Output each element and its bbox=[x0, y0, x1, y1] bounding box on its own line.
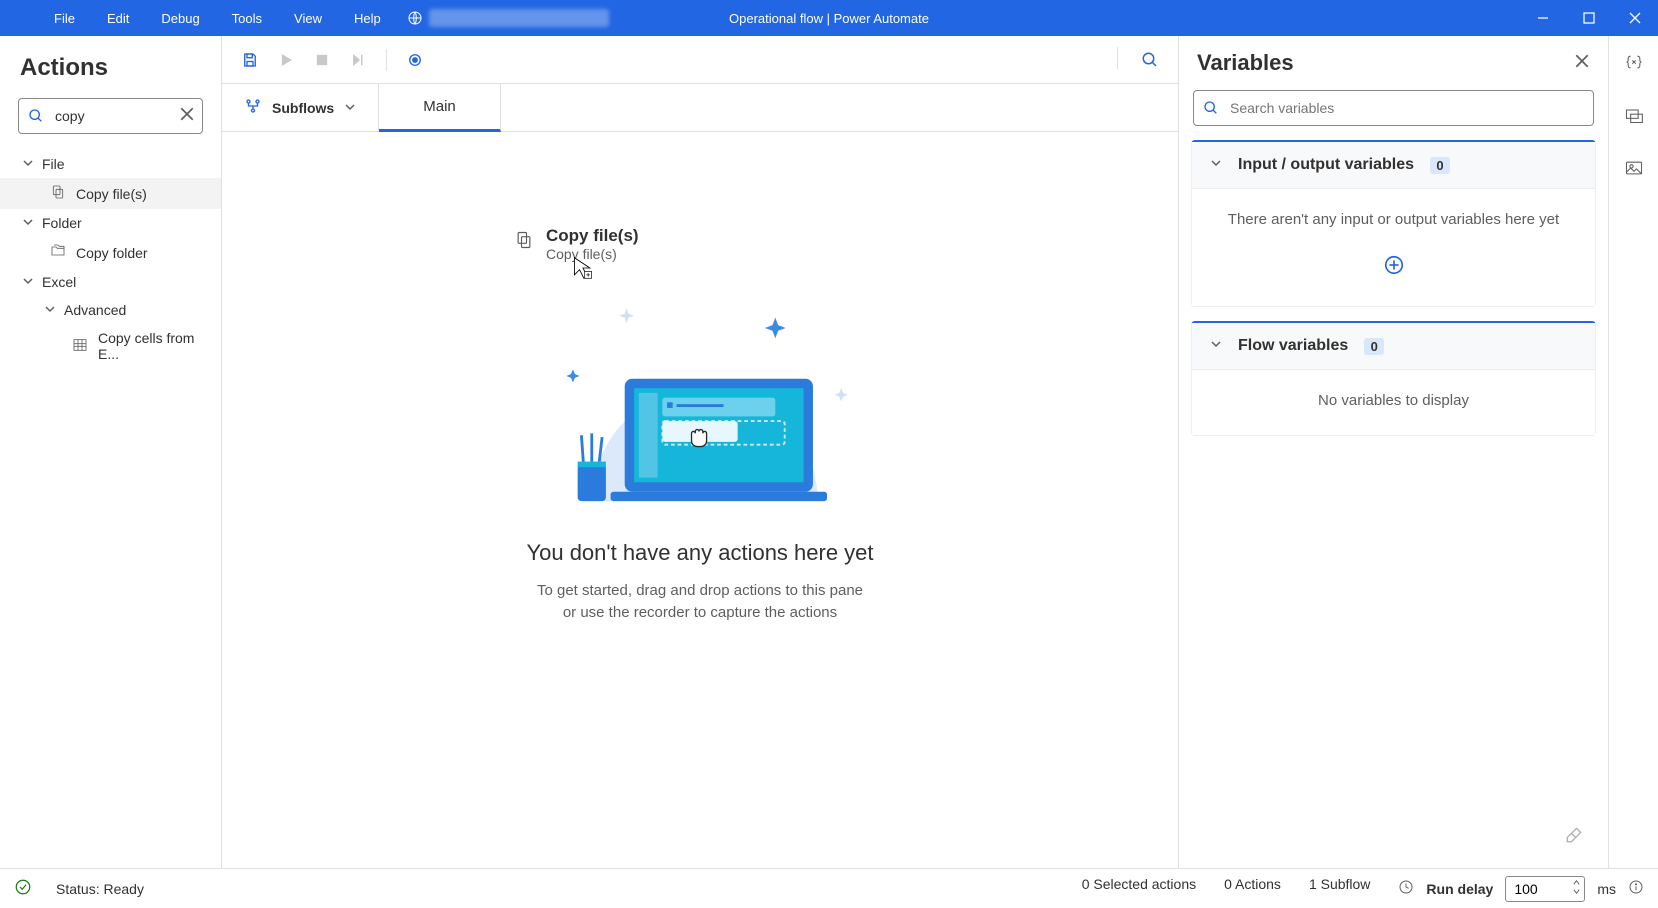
subflows-icon bbox=[244, 97, 262, 118]
flow-variables-section: Flow variables 0 No variables to display bbox=[1191, 321, 1596, 436]
io-variables-label: Input / output variables bbox=[1238, 156, 1414, 174]
empty-line-1: To get started, drag and drop actions to… bbox=[537, 582, 863, 599]
search-icon bbox=[1203, 100, 1219, 121]
subflows-dropdown[interactable]: Subflows bbox=[222, 84, 379, 131]
menu-file[interactable]: File bbox=[40, 3, 89, 34]
tree-group-file[interactable]: File bbox=[0, 150, 221, 178]
menu-help[interactable]: Help bbox=[340, 3, 395, 34]
maximize-button[interactable] bbox=[1566, 0, 1612, 36]
run-delay-label: Run delay bbox=[1426, 881, 1493, 897]
environment-name-blurred bbox=[429, 9, 609, 27]
flow-variables-label: Flow variables bbox=[1238, 337, 1348, 355]
copy-file-icon bbox=[50, 184, 66, 203]
tree-group-label: Advanced bbox=[64, 302, 126, 318]
chevron-down-icon bbox=[1210, 337, 1222, 355]
tree-item-copy-folder[interactable]: Copy folder bbox=[0, 237, 221, 268]
selected-actions-count: 0 Selected actions bbox=[1082, 876, 1196, 902]
right-rail bbox=[1608, 36, 1658, 868]
status-ok-icon bbox=[14, 878, 32, 899]
close-button[interactable] bbox=[1612, 0, 1658, 36]
empty-title: You don't have any actions here yet bbox=[526, 540, 873, 566]
subflows-label: Subflows bbox=[272, 100, 334, 116]
search-icon bbox=[28, 108, 44, 129]
variables-panel-title: Variables bbox=[1197, 50, 1294, 76]
step-button[interactable] bbox=[342, 44, 374, 76]
tab-main[interactable]: Main bbox=[379, 84, 501, 132]
toolbar-separator bbox=[1117, 47, 1118, 69]
copy-folder-icon bbox=[50, 243, 66, 262]
chevron-down-icon bbox=[44, 302, 56, 318]
menu-bar: File Edit Debug Tools View Help bbox=[0, 3, 395, 34]
actions-tree: File Copy file(s) Folder Copy folder Exc… bbox=[0, 144, 221, 368]
tree-group-label: Excel bbox=[42, 274, 76, 290]
excel-icon bbox=[72, 337, 88, 356]
io-variables-count: 0 bbox=[1430, 157, 1450, 174]
tree-group-label: Folder bbox=[42, 215, 82, 231]
search-canvas-button[interactable] bbox=[1134, 44, 1166, 76]
subflow-count: 1 Subflow bbox=[1309, 876, 1370, 902]
actions-panel: Actions File Copy file(s) Folder bbox=[0, 36, 222, 868]
run-button[interactable] bbox=[270, 44, 302, 76]
canvas[interactable]: Copy file(s) Copy file(s) bbox=[222, 132, 1178, 868]
io-variables-header[interactable]: Input / output variables 0 bbox=[1192, 142, 1595, 189]
menu-tools[interactable]: Tools bbox=[218, 3, 276, 34]
eraser-button[interactable] bbox=[1564, 825, 1584, 850]
io-variables-empty-text: There aren't any input or output variabl… bbox=[1228, 211, 1559, 228]
empty-line-2: or use the recorder to capture the actio… bbox=[563, 604, 837, 621]
flow-variables-empty-text: No variables to display bbox=[1318, 392, 1469, 409]
minimize-button[interactable] bbox=[1520, 0, 1566, 36]
tree-item-label: Copy cells from E... bbox=[98, 330, 211, 362]
tree-group-folder[interactable]: Folder bbox=[0, 209, 221, 237]
canvas-empty-state: You don't have any actions here yet To g… bbox=[222, 292, 1178, 624]
empty-illustration bbox=[540, 292, 860, 522]
actions-search-input[interactable] bbox=[18, 98, 203, 134]
tabs-bar: Subflows Main bbox=[222, 84, 1178, 132]
status-text: Status: Ready bbox=[56, 881, 144, 897]
add-io-variable-button[interactable] bbox=[1383, 254, 1405, 280]
chevron-down-icon bbox=[22, 215, 34, 231]
tree-item-copy-cells[interactable]: Copy cells from E... bbox=[0, 324, 221, 368]
copy-file-icon bbox=[514, 226, 534, 255]
run-delay-input[interactable] bbox=[1505, 876, 1585, 902]
clock-icon bbox=[1398, 879, 1414, 898]
environment-selector[interactable] bbox=[395, 9, 621, 27]
variables-search-input[interactable] bbox=[1193, 90, 1594, 126]
chevron-down-icon bbox=[1210, 156, 1222, 174]
chevron-down-icon bbox=[344, 100, 356, 116]
drag-ghost-title: Copy file(s) bbox=[546, 226, 639, 246]
chevron-down-icon bbox=[22, 156, 34, 172]
io-variables-section: Input / output variables 0 There aren't … bbox=[1191, 140, 1596, 307]
tree-item-label: Copy folder bbox=[76, 245, 148, 261]
titlebar: File Edit Debug Tools View Help Operatio… bbox=[0, 0, 1658, 36]
run-delay-unit: ms bbox=[1597, 881, 1616, 897]
toolbar bbox=[222, 36, 1178, 84]
tree-group-excel[interactable]: Excel bbox=[0, 268, 221, 296]
status-bar: Status: Ready 0 Selected actions 0 Actio… bbox=[0, 868, 1658, 908]
flow-variables-header[interactable]: Flow variables 0 bbox=[1192, 323, 1595, 370]
close-variables-button[interactable] bbox=[1574, 53, 1590, 74]
tree-item-copy-files[interactable]: Copy file(s) bbox=[0, 178, 221, 209]
tab-label: Main bbox=[423, 98, 456, 115]
record-button[interactable] bbox=[399, 44, 431, 76]
rail-variables-button[interactable] bbox=[1624, 52, 1644, 77]
clear-search-button[interactable] bbox=[179, 106, 195, 127]
info-icon[interactable] bbox=[1628, 879, 1644, 898]
stop-button[interactable] bbox=[306, 44, 338, 76]
cursor-drag-icon bbox=[572, 256, 594, 285]
tree-group-label: File bbox=[42, 156, 65, 172]
chevron-down-icon bbox=[22, 274, 34, 290]
actions-panel-title: Actions bbox=[0, 36, 221, 94]
menu-view[interactable]: View bbox=[280, 3, 336, 34]
menu-edit[interactable]: Edit bbox=[93, 3, 143, 34]
actions-count: 0 Actions bbox=[1224, 876, 1281, 902]
tree-item-label: Copy file(s) bbox=[76, 186, 147, 202]
toolbar-separator bbox=[386, 49, 387, 71]
save-button[interactable] bbox=[234, 44, 266, 76]
flow-variables-count: 0 bbox=[1364, 338, 1384, 355]
rail-images-button[interactable] bbox=[1624, 158, 1644, 183]
variables-panel: Variables Input / output variables 0 The… bbox=[1178, 36, 1608, 868]
menu-debug[interactable]: Debug bbox=[147, 3, 213, 34]
tree-group-advanced[interactable]: Advanced bbox=[0, 296, 221, 324]
rail-ui-elements-button[interactable] bbox=[1624, 105, 1644, 130]
